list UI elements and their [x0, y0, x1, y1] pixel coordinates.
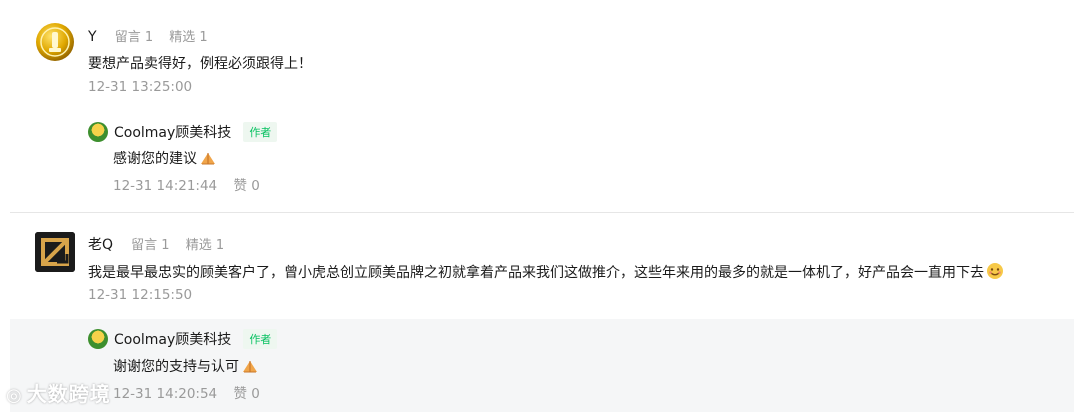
commenter-name[interactable]: Y: [88, 29, 97, 45]
praying-hands-icon: [199, 150, 217, 170]
like-button[interactable]: 赞 0: [233, 178, 259, 194]
comment-1: Y 留言 1 精选 1 要想产品卖得好，例程必须跟得上！ 12-31 13:25…: [0, 0, 1074, 212]
comment-meta: 老Q 留言 1 精选 1: [88, 234, 236, 254]
watermark-logo-icon: ◎: [6, 385, 23, 406]
author-badge: 作者: [243, 329, 278, 349]
reply-text-content: 谢谢您的支持与认可: [113, 359, 239, 375]
author-avatar[interactable]: [88, 329, 108, 349]
comment-count: 留言 1: [131, 238, 170, 253]
comment-time: 12-31 13:25:00: [88, 79, 193, 95]
author-avatar[interactable]: [88, 122, 108, 142]
watermark: ◎ 大数跨境: [6, 378, 111, 407]
author-reply-block: Coolmay顾美科技 作者 谢谢您的支持与认可 12-31 14:20:54 …: [10, 319, 1074, 412]
author-reply-header: Coolmay顾美科技 作者: [88, 329, 278, 349]
comment-2: 老Q 留言 1 精选 1 我是最早最忠实的顾美客户了，曾小虎总创立顾美品牌之初就…: [0, 213, 1074, 412]
smiling-face-icon: [986, 262, 1004, 284]
comment-time: 12-31 12:15:50: [88, 287, 193, 303]
praying-hands-icon: [241, 358, 259, 378]
reply-time: 12-31 14:21:44: [113, 178, 218, 194]
featured-count: 精选 1: [169, 30, 208, 45]
author-reply-meta: 12-31 14:20:54 赞 0: [113, 382, 260, 402]
watermark-text: 大数跨境: [26, 382, 111, 406]
author-reply-header: Coolmay顾美科技 作者: [88, 122, 278, 142]
comment-count: 留言 1: [114, 30, 154, 45]
featured-count: 精选 1: [185, 238, 225, 253]
avatar[interactable]: [35, 22, 75, 62]
author-name[interactable]: Coolmay顾美科技: [114, 122, 231, 142]
author-reply-meta: 12-31 14:21:44 赞 0: [113, 174, 260, 194]
author-name[interactable]: Coolmay顾美科技: [114, 329, 231, 349]
comment-text-content: 我是最早最忠实的顾美客户了，曾小虎总创立顾美品牌之初就拿着产品来我们这做推介，这…: [88, 265, 984, 281]
like-button[interactable]: 赞 0: [233, 386, 259, 402]
author-badge: 作者: [243, 122, 278, 142]
commenter-name[interactable]: 老Q: [88, 237, 113, 253]
comment-text: 我是最早最忠实的顾美客户了，曾小虎总创立顾美品牌之初就拿着产品来我们这做推介，这…: [88, 262, 1004, 284]
reply-time: 12-31 14:20:54: [113, 386, 218, 402]
author-reply-text: 感谢您的建议: [113, 148, 217, 170]
avatar[interactable]: [35, 232, 75, 272]
author-reply-text: 谢谢您的支持与认可: [113, 356, 259, 378]
reply-text-content: 感谢您的建议: [113, 151, 197, 167]
comment-text: 要想产品卖得好，例程必须跟得上！: [88, 56, 312, 72]
comment-meta: Y 留言 1 精选 1: [88, 26, 220, 45]
